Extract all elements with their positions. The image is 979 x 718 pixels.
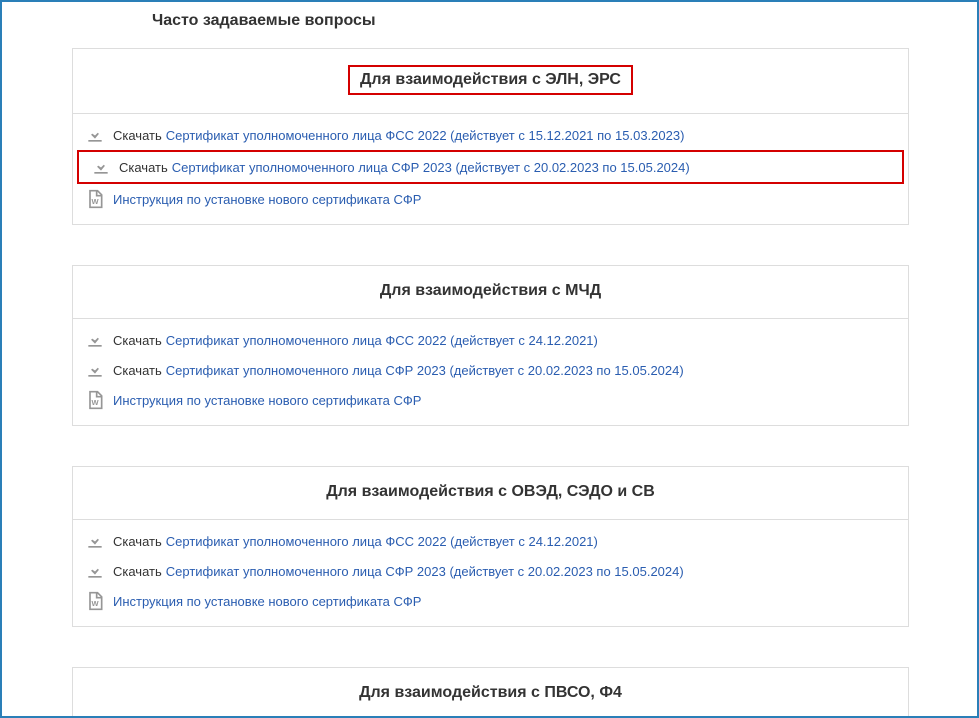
download-row: Скачать Сертификат уполномоченного лица Ф…	[73, 120, 908, 150]
download-row: Скачать Сертификат уполномоченного лица С…	[73, 556, 908, 586]
page-title: Часто задаваемые вопросы	[152, 12, 967, 30]
word-doc-icon: W	[85, 189, 105, 209]
download-prefix: Скачать	[113, 564, 162, 579]
section-header: Для взаимодействия с ПВСО, Ф4	[73, 668, 908, 718]
download-prefix: Скачать	[113, 534, 162, 549]
download-prefix: Скачать	[113, 363, 162, 378]
section: Для взаимодействия с ОВЭД, СЭДО и СВ Скач…	[72, 466, 909, 627]
download-icon	[85, 125, 105, 145]
download-row: W Инструкция по установке нового сертифик…	[73, 586, 908, 616]
download-row: Скачать Сертификат уполномоченного лица С…	[73, 355, 908, 385]
download-link[interactable]: Сертификат уполномоченного лица СФР 2023…	[166, 363, 684, 378]
section-title: Для взаимодействия с ПВСО, Ф4	[359, 684, 622, 701]
download-icon	[85, 531, 105, 551]
word-doc-icon: W	[85, 390, 105, 410]
download-link[interactable]: Сертификат уполномоченного лица СФР 2023…	[172, 160, 690, 175]
word-doc-icon: W	[85, 591, 105, 611]
section-header: Для взаимодействия с МЧД	[73, 266, 908, 318]
section-body: Скачать Сертификат уполномоченного лица Ф…	[73, 318, 908, 425]
page-frame: Часто задаваемые вопросы Для взаимодейст…	[0, 0, 979, 718]
section-title: Для взаимодействия с ЭЛН, ЭРС	[348, 65, 633, 95]
download-row: Скачать Сертификат уполномоченного лица Ф…	[73, 526, 908, 556]
section-title: Для взаимодействия с МЧД	[380, 282, 601, 299]
section-header: Для взаимодействия с ОВЭД, СЭДО и СВ	[73, 467, 908, 519]
download-row: Скачать Сертификат уполномоченного лица Ф…	[73, 325, 908, 355]
download-link[interactable]: Сертификат уполномоченного лица ФСС 2022…	[166, 534, 598, 549]
sections-container: Для взаимодействия с ЭЛН, ЭРС Скачать Серт…	[12, 48, 967, 718]
download-icon	[85, 561, 105, 581]
download-row: Скачать Сертификат уполномоченного лица С…	[77, 150, 904, 184]
download-icon	[91, 157, 111, 177]
section-body: Скачать Сертификат уполномоченного лица Ф…	[73, 113, 908, 224]
section: Для взаимодействия с ЭЛН, ЭРС Скачать Серт…	[72, 48, 909, 225]
download-row: W Инструкция по установке нового сертифик…	[73, 385, 908, 415]
download-icon	[85, 330, 105, 350]
download-link[interactable]: Сертификат уполномоченного лица ФСС 2022…	[166, 333, 598, 348]
download-prefix: Скачать	[113, 128, 162, 143]
svg-text:W: W	[91, 197, 99, 206]
download-link[interactable]: Сертификат уполномоченного лица СФР 2023…	[166, 564, 684, 579]
download-link[interactable]: Инструкция по установке нового сертифика…	[113, 393, 421, 408]
download-icon	[85, 360, 105, 380]
svg-text:W: W	[91, 599, 99, 608]
download-link[interactable]: Сертификат уполномоченного лица ФСС 2022…	[166, 128, 685, 143]
download-prefix: Скачать	[119, 160, 168, 175]
section-header: Для взаимодействия с ЭЛН, ЭРС	[73, 49, 908, 113]
svg-text:W: W	[91, 398, 99, 407]
download-link[interactable]: Инструкция по установке нового сертифика…	[113, 594, 421, 609]
section-title: Для взаимодействия с ОВЭД, СЭДО и СВ	[326, 483, 655, 500]
download-link[interactable]: Инструкция по установке нового сертифика…	[113, 192, 421, 207]
section-body: Скачать Сертификат уполномоченного лица Ф…	[73, 519, 908, 626]
section: Для взаимодействия с ПВСО, Ф4СкачатьСерт…	[72, 667, 909, 718]
download-prefix: Скачать	[113, 333, 162, 348]
section: Для взаимодействия с МЧД Скачать Сертифика…	[72, 265, 909, 426]
download-row: W Инструкция по установке нового сертифик…	[73, 184, 908, 214]
